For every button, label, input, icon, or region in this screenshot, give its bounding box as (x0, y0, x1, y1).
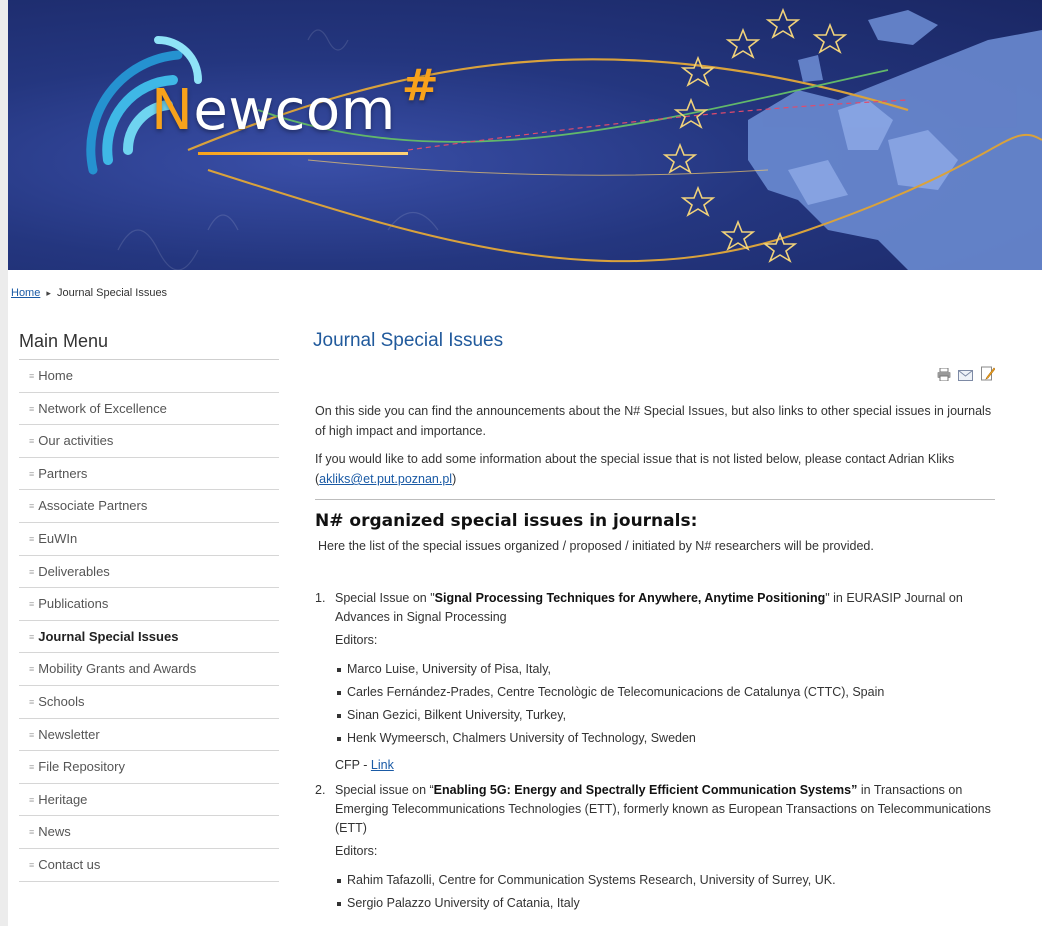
issue-title-prefix: Special Issue on " (335, 591, 435, 605)
article-tools (933, 365, 996, 384)
sidebar-item-journal-special-issues[interactable]: ≡ Journal Special Issues (19, 621, 279, 654)
intro-paragraph-2: If you would like to add some informatio… (315, 449, 995, 489)
intro-2-suffix: ) (452, 472, 457, 486)
menu-bullet-icon: ≡ (29, 664, 35, 675)
printer-icon[interactable] (937, 367, 955, 384)
sidebar-item-label: Heritage (38, 791, 88, 807)
sidebar-item-label: EuWIn (38, 530, 78, 546)
issue-number: 2. (315, 783, 326, 797)
intro-paragraph-1: On this side you can find the announceme… (315, 404, 992, 438)
cfp-link[interactable]: Link (371, 758, 394, 772)
site-logo[interactable]: Newcom # (151, 60, 439, 143)
sidebar-item-label: Mobility Grants and Awards (38, 661, 197, 677)
issue-title-bold: Signal Processing Techniques for Anywher… (434, 591, 826, 605)
logo-rest: ewcom (193, 78, 396, 143)
editor-item: Sergio Palazzo University of Catania, It… (335, 894, 995, 913)
menu-bullet-icon: ≡ (29, 468, 35, 479)
logo-underline (198, 152, 408, 155)
sidebar-item-euwin[interactable]: ≡ EuWIn (19, 523, 279, 556)
window-left-edge (0, 0, 8, 926)
cfp-line: CFP - Link (335, 756, 995, 775)
menu-bullet-icon: ≡ (29, 371, 35, 381)
menu-bullet-icon: ≡ (29, 436, 35, 447)
issue-item: 1. Special Issue on "Signal Processing T… (315, 589, 995, 775)
editors-label: Editors: (335, 844, 378, 858)
editors-list: Rahim Tafazolli, Centre for Communicatio… (335, 871, 995, 913)
sidebar-item-publications[interactable]: ≡ Publications (19, 588, 279, 621)
sidebar-item-mobility-grants-and-awards[interactable]: ≡ Mobility Grants and Awards (19, 653, 279, 686)
sidebar-item-partners[interactable]: ≡ Partners (19, 458, 279, 491)
menu-bullet-icon: ≡ (29, 631, 35, 642)
sidebar-item-network-of-excellence[interactable]: ≡ Network of Excellence (19, 393, 279, 426)
sidebar-item-home[interactable]: ≡ Home (19, 360, 279, 393)
main-content: Journal Special Issues On this side you … (313, 325, 996, 910)
edit-icon[interactable] (981, 366, 996, 384)
intro-text: On this side you can find the announceme… (315, 401, 995, 497)
page-title: Journal Special Issues (313, 330, 504, 351)
main-menu: Main Menu ≡ Home ≡ Network of Excellence ≡ Ou… (19, 325, 279, 882)
issue-item: 2. Special issue on “Enabling 5G: Energy… (315, 781, 995, 913)
breadcrumb-current: Journal Special Issues (57, 287, 168, 299)
sidebar-item-label: Associate Partners (38, 498, 148, 514)
editors-list: Marco Luise, University of Pisa, Italy, … (335, 660, 995, 748)
sidebar-item-schools[interactable]: ≡ Schools (19, 686, 279, 719)
issue-title-prefix: Special issue on “ (335, 783, 434, 797)
sidebar-item-label: Our activities (38, 433, 114, 449)
editor-item: Rahim Tafazolli, Centre for Communicatio… (335, 871, 995, 890)
breadcrumb: Home ▸ Journal Special Issues (11, 287, 167, 299)
menu-bullet-icon: ≡ (29, 501, 35, 512)
email-icon[interactable] (958, 369, 977, 384)
sidebar-item-label: Publications (38, 596, 109, 612)
logo-n: N (151, 78, 194, 143)
sidebar-item-label: Network of Excellence (38, 400, 167, 416)
menu-bullet-icon: ≡ (29, 762, 35, 773)
sidebar-item-label: Newsletter (38, 726, 100, 742)
menu-bullet-icon: ≡ (29, 794, 35, 805)
sidebar-item-label: Schools (38, 693, 85, 709)
section-title: N# organized special issues in journals: (315, 511, 698, 531)
editor-item: Henk Wymeersch, Chalmers University of T… (335, 729, 995, 748)
sidebar-item-contact-us[interactable]: ≡ Contact us (19, 849, 279, 882)
sidebar-item-label: Contact us (38, 856, 101, 872)
sidebar-item-file-repository[interactable]: ≡ File Repository (19, 751, 279, 784)
editors-label: Editors: (335, 633, 378, 647)
sidebar-item-heritage[interactable]: ≡ Heritage (19, 784, 279, 817)
issue-title-bold: Enabling 5G: Energy and Spectrally Effic… (433, 783, 858, 797)
breadcrumb-home-link[interactable]: Home (11, 287, 40, 299)
menu-bullet-icon: ≡ (29, 729, 35, 740)
menu-bullet-icon: ≡ (29, 859, 35, 870)
menu-bullet-icon: ≡ (29, 566, 35, 577)
editor-item: Marco Luise, University of Pisa, Italy, (335, 660, 995, 679)
issue-title: Special Issue on "Signal Processing Tech… (335, 589, 995, 627)
menu-bullet-icon: ≡ (29, 827, 35, 838)
sidebar-item-news[interactable]: ≡ News (19, 816, 279, 849)
menu-bullet-icon: ≡ (29, 533, 35, 544)
sidebar-item-label: Home (38, 368, 73, 383)
editor-item: Sinan Gezici, Bilkent University, Turkey… (335, 706, 995, 725)
site-banner: Newcom # (8, 0, 1042, 270)
sidebar-item-our-activities[interactable]: ≡ Our activities (19, 425, 279, 458)
sidebar-item-label: Deliverables (38, 563, 110, 579)
sidebar-item-label: File Repository (38, 759, 125, 775)
menu-bullet-icon: ≡ (29, 696, 35, 707)
contact-email-link[interactable]: akliks@et.put.poznan.pl (319, 472, 452, 486)
breadcrumb-separator: ▸ (46, 288, 51, 298)
issue-title: Special issue on “Enabling 5G: Energy an… (335, 781, 995, 838)
sidebar-item-label: Partners (38, 465, 88, 481)
cfp-prefix: CFP - (335, 758, 371, 772)
sidebar-item-associate-partners[interactable]: ≡ Associate Partners (19, 490, 279, 523)
menu-bullet-icon: ≡ (29, 403, 35, 414)
divider (315, 499, 995, 500)
sidebar-item-label: Journal Special Issues (38, 628, 179, 644)
sidebar-item-label: News (38, 824, 71, 840)
logo-mark: # (401, 60, 440, 111)
issue-number: 1. (315, 591, 326, 605)
main-menu-title: Main Menu (19, 325, 279, 360)
section-subtitle: Here the list of the special issues orga… (318, 539, 874, 553)
editor-item: Carles Fernández-Prades, Centre Tecnològ… (335, 683, 995, 702)
sidebar-item-deliverables[interactable]: ≡ Deliverables (19, 556, 279, 589)
sidebar-item-newsletter[interactable]: ≡ Newsletter (19, 719, 279, 752)
issues-list: 1. Special Issue on "Signal Processing T… (315, 589, 995, 921)
menu-bullet-icon: ≡ (29, 599, 35, 610)
